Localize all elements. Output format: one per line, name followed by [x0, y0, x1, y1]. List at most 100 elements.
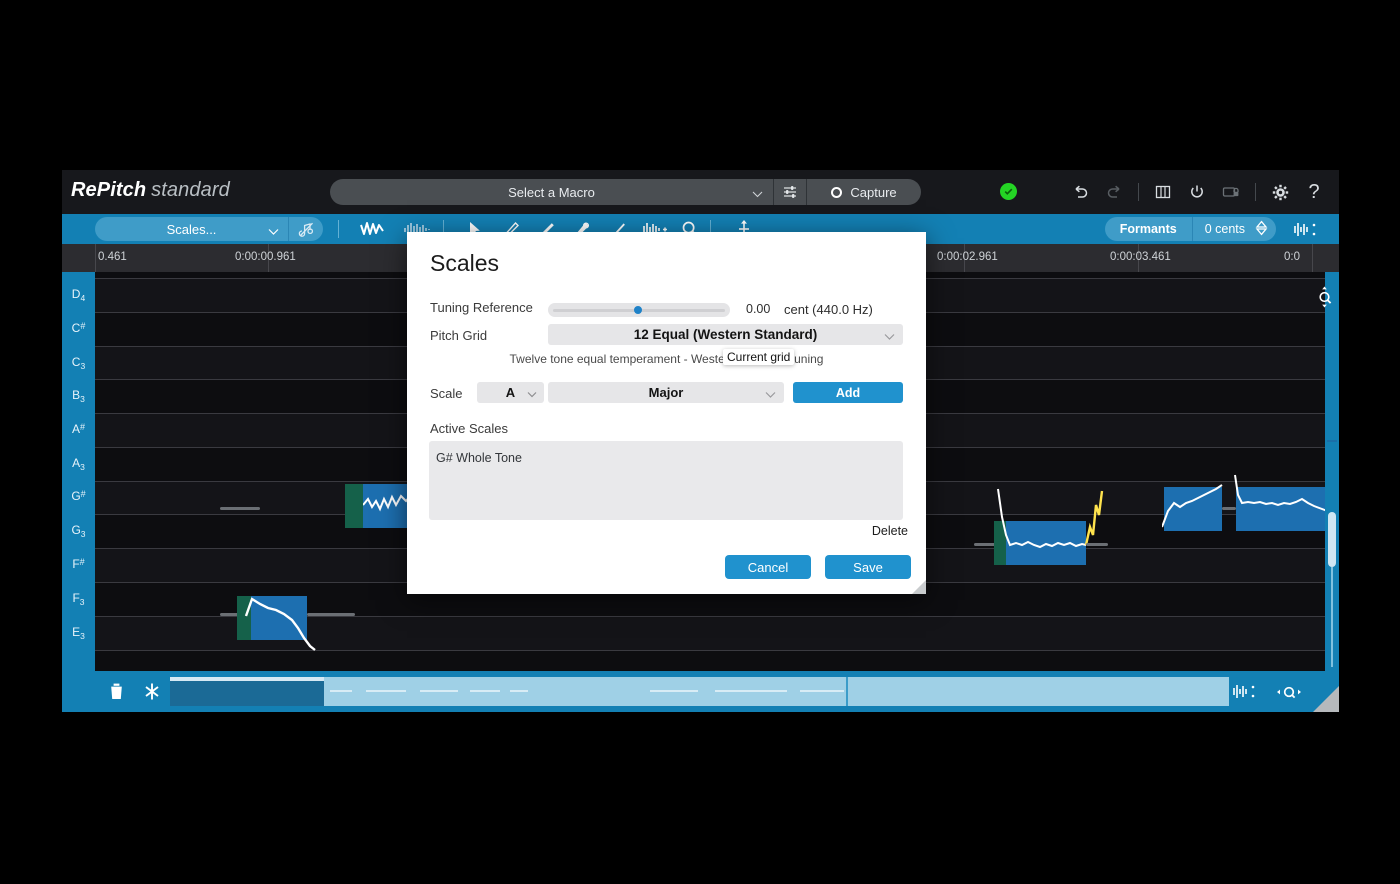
license-icon: [1214, 170, 1248, 214]
scales-dialog: Scales Tuning Reference 0.00 cent (440.0…: [407, 232, 926, 594]
note-tail: [220, 507, 260, 510]
save-label: Save: [853, 559, 883, 575]
scroll-marker: [1327, 440, 1337, 442]
formants-button[interactable]: Formants: [1104, 217, 1192, 241]
scales-mute-button[interactable]: [288, 217, 323, 241]
chevron-down-icon: [527, 387, 537, 402]
pitch-grid-select[interactable]: 12 Equal (Western Standard): [548, 324, 903, 345]
scale-root-select[interactable]: A: [477, 382, 544, 403]
active-scales-list[interactable]: G# Whole Tone: [429, 441, 903, 520]
ruler-label: 0:0: [1284, 251, 1300, 263]
power-icon[interactable]: [1180, 170, 1214, 214]
scale-type-value: Major: [648, 385, 684, 400]
title-bar: RePitch standard Select a Macro Capture …: [62, 170, 1339, 214]
app-logo: RePitch standard: [71, 179, 230, 202]
key-label: G3: [71, 523, 86, 539]
dialog-title: Scales: [430, 250, 500, 276]
undo-icon[interactable]: [1063, 170, 1097, 214]
titlebar-actions: ?: [1063, 170, 1331, 214]
formants-label: Formants: [1119, 222, 1177, 236]
vertical-zoom-icon[interactable]: [1316, 286, 1333, 313]
divider: [1255, 183, 1256, 201]
key-label: A3: [72, 456, 85, 472]
pitch-contour: [997, 488, 1104, 549]
tuning-reference-value: 0.00: [746, 302, 771, 316]
brand-primary: RePitch: [71, 179, 147, 201]
stepper-updown-icon: [1255, 220, 1268, 239]
key-label: D4: [71, 287, 86, 303]
chevron-down-icon: [884, 329, 895, 344]
ruler-label: 0:00:03.461: [1110, 251, 1171, 263]
tooltip: Current grid: [723, 349, 795, 365]
cents-stepper[interactable]: 0 cents: [1191, 217, 1276, 241]
scale-type-select[interactable]: Major: [548, 382, 784, 403]
piano-keyboard[interactable]: D4 C# C3 B3 A# A3 G# G3 F# F3 E3: [62, 272, 95, 671]
ruler-corner: [62, 244, 95, 272]
macro-group: Select a Macro Capture: [330, 179, 921, 205]
macro-select-value: Select a Macro: [508, 184, 595, 200]
macro-settings-button[interactable]: [773, 179, 806, 205]
capture-label: Capture: [850, 184, 897, 200]
bottom-bar: [62, 671, 1339, 712]
pitch-grid-description: Twelve tone equal temperament - Western …: [509, 352, 824, 366]
sliders-icon: [784, 186, 796, 198]
tuning-reference-slider[interactable]: [548, 303, 730, 317]
tuning-reference-unit: cent (440.0 Hz): [784, 302, 873, 317]
pitch-contour: [244, 597, 316, 651]
keyboard-icon[interactable]: [1146, 170, 1180, 214]
active-scales-label: Active Scales: [430, 421, 509, 436]
key-label: A#: [71, 422, 86, 436]
ruler-label: 0.461: [98, 251, 127, 263]
cancel-label: Cancel: [747, 559, 789, 575]
pitch-contour: [1162, 484, 1223, 528]
divider: [1138, 183, 1139, 201]
scale-root-value: A: [505, 385, 516, 400]
vertical-scrollbar-tail: [1331, 567, 1333, 667]
overview-selection[interactable]: [170, 677, 324, 706]
add-label: Add: [835, 385, 861, 400]
transient-sensitivity-icon[interactable]: [1227, 671, 1263, 712]
list-item[interactable]: G# Whole Tone: [436, 451, 522, 465]
pitch-grid-value: 12 Equal (Western Standard): [633, 327, 818, 342]
window-resize-grip[interactable]: [1313, 686, 1339, 712]
capture-button[interactable]: Capture: [806, 179, 921, 205]
horizontal-zoom-icon[interactable]: [1271, 671, 1307, 712]
snap-icon[interactable]: [134, 671, 170, 712]
key-label: B3: [72, 388, 85, 404]
delete-button[interactable]: Delete: [872, 524, 908, 538]
cancel-button[interactable]: Cancel: [725, 555, 811, 579]
mute-scale-icon: [298, 222, 313, 237]
gear-icon[interactable]: [1263, 170, 1297, 214]
record-circle-icon: [831, 186, 843, 198]
overview-scroller[interactable]: [170, 677, 1229, 706]
trash-icon[interactable]: [98, 671, 134, 712]
pitch-curve-icon[interactable]: [355, 214, 389, 244]
scales-label: Scales...: [166, 221, 217, 237]
add-scale-button[interactable]: Add: [793, 382, 903, 403]
vertical-scrollbar-thumb[interactable]: [1328, 512, 1336, 567]
dialog-resize-grip[interactable]: [912, 580, 926, 594]
redo-icon: [1097, 170, 1131, 214]
ruler-label: 0:00:00.961: [235, 251, 296, 263]
ruler-label: 0:00:02.961: [937, 251, 998, 263]
overview-handle[interactable]: [170, 677, 324, 681]
scale-label: Scale: [430, 386, 463, 401]
chevron-down-icon: [765, 387, 776, 402]
key-label: G#: [71, 489, 86, 503]
chevron-down-icon: [752, 187, 763, 202]
key-label: C3: [71, 355, 86, 371]
note-head[interactable]: [345, 484, 363, 528]
check-circle-icon: [1004, 188, 1013, 195]
chevron-down-icon: [268, 224, 279, 239]
slider-knob[interactable]: [634, 306, 642, 314]
brand-secondary: standard: [151, 179, 230, 201]
status-badge: [1000, 183, 1017, 200]
macro-select[interactable]: Select a Macro: [330, 179, 773, 205]
cents-value: 0 cents: [1204, 222, 1245, 236]
transient-sensitivity-icon[interactable]: [1293, 214, 1319, 244]
key-label: F3: [72, 591, 85, 607]
scales-button[interactable]: Scales...: [95, 217, 288, 241]
help-icon[interactable]: ?: [1297, 170, 1331, 214]
vertical-scrollbar[interactable]: [1319, 272, 1339, 671]
save-button[interactable]: Save: [825, 555, 911, 579]
